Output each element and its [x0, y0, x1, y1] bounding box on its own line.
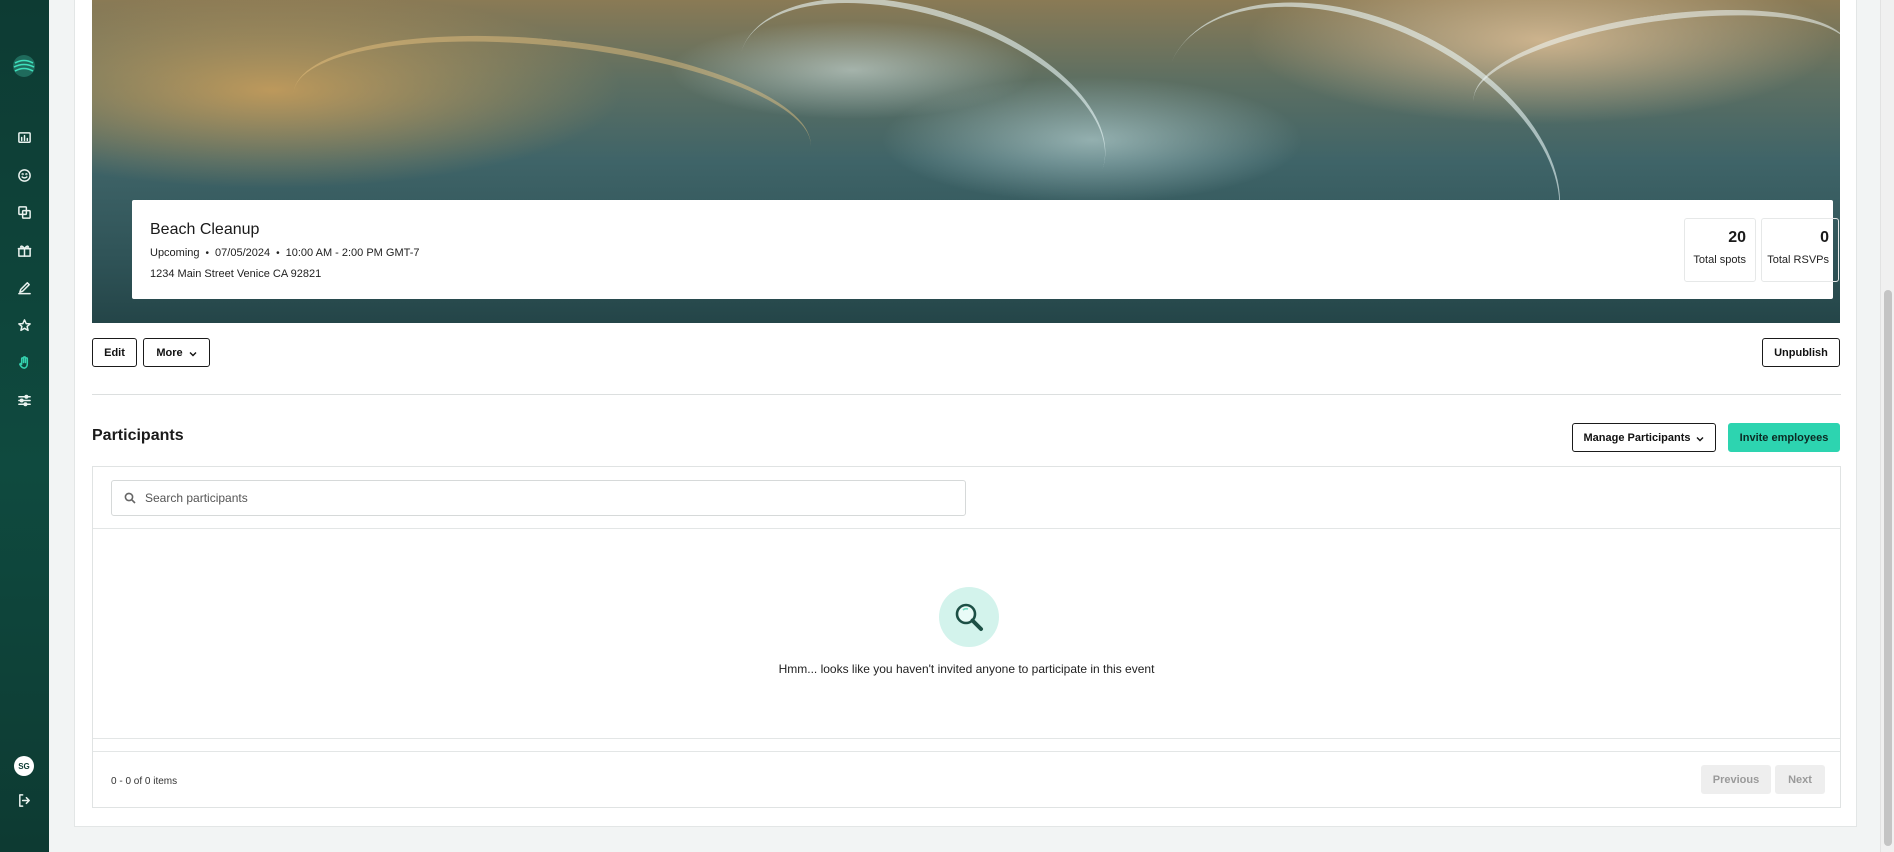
- gift-icon[interactable]: [12, 238, 36, 262]
- pagination-info: 0 - 0 of 0 items: [111, 776, 178, 787]
- divider: [92, 394, 1841, 395]
- stat-value: 20: [1728, 229, 1746, 246]
- participants-title: Participants: [92, 427, 184, 444]
- copy-icon[interactable]: [12, 200, 36, 224]
- event-summary-card: Beach Cleanup Upcoming • 07/05/2024 • 10…: [132, 200, 1839, 299]
- chevron-down-icon: [189, 349, 197, 357]
- next-label: Next: [1788, 773, 1812, 786]
- scrollbar-thumb[interactable]: [1884, 290, 1892, 846]
- chart-icon[interactable]: [12, 125, 36, 149]
- separator-dot: •: [276, 247, 280, 259]
- stat-value: 0: [1820, 229, 1829, 246]
- star-icon[interactable]: [12, 313, 36, 337]
- magnifier-icon: [939, 587, 999, 647]
- event-cover-image: Beach Cleanup Upcoming • 07/05/2024 • 10…: [92, 0, 1840, 323]
- event-title: Beach Cleanup: [150, 221, 260, 238]
- panel-divider: [93, 751, 1840, 752]
- scrollbar[interactable]: [1880, 0, 1894, 852]
- edit-button-label: Edit: [104, 346, 125, 359]
- more-button[interactable]: More: [143, 338, 210, 367]
- edit-button[interactable]: Edit: [92, 338, 137, 367]
- avatar[interactable]: SG: [14, 756, 34, 776]
- stat-label: Total RSVPs: [1767, 254, 1829, 266]
- hand-icon[interactable]: [12, 350, 36, 374]
- empty-state-message: Hmm... looks like you haven't invited an…: [778, 662, 1155, 676]
- event-status: Upcoming: [150, 247, 200, 259]
- more-button-label: More: [156, 346, 183, 359]
- search-input[interactable]: [145, 491, 925, 505]
- main-content: Beach Cleanup Upcoming • 07/05/2024 • 10…: [74, 0, 1857, 827]
- separator-dot: •: [205, 247, 210, 259]
- unpublish-button-label: Unpublish: [1774, 346, 1828, 359]
- stat-total-rsvps: 0 Total RSVPs: [1761, 218, 1839, 282]
- invite-employees-button[interactable]: Invite employees: [1728, 423, 1840, 452]
- panel-divider: [93, 528, 1840, 529]
- panel-divider: [93, 738, 1840, 739]
- participants-panel: Hmm... looks like you haven't invited an…: [92, 466, 1841, 808]
- logo-icon[interactable]: [10, 52, 38, 80]
- unpublish-button[interactable]: Unpublish: [1762, 338, 1840, 367]
- event-meta: Upcoming • 07/05/2024 • 10:00 AM - 2:00 …: [150, 247, 420, 259]
- manage-participants-label: Manage Participants: [1583, 431, 1691, 444]
- previous-label: Previous: [1712, 773, 1760, 786]
- smiley-icon[interactable]: [12, 163, 36, 187]
- stat-total-spots: 20 Total spots: [1684, 218, 1756, 282]
- chevron-down-icon: [1696, 434, 1704, 442]
- sliders-icon[interactable]: [12, 388, 36, 412]
- next-button[interactable]: Next: [1775, 765, 1825, 794]
- pen-icon[interactable]: [12, 275, 36, 299]
- search-box[interactable]: [111, 480, 966, 516]
- event-address: 1234 Main Street Venice CA 92821: [150, 268, 322, 280]
- event-date: 07/05/2024: [215, 247, 271, 259]
- logout-icon[interactable]: [12, 788, 36, 812]
- stat-label: Total spots: [1693, 254, 1746, 266]
- invite-employees-label: Invite employees: [1739, 431, 1829, 444]
- event-time: 10:00 AM - 2:00 PM GMT-7: [285, 247, 420, 259]
- manage-participants-button[interactable]: Manage Participants: [1572, 423, 1716, 452]
- previous-button[interactable]: Previous: [1701, 765, 1771, 794]
- sidebar: SG: [0, 0, 49, 852]
- search-icon: [124, 492, 136, 504]
